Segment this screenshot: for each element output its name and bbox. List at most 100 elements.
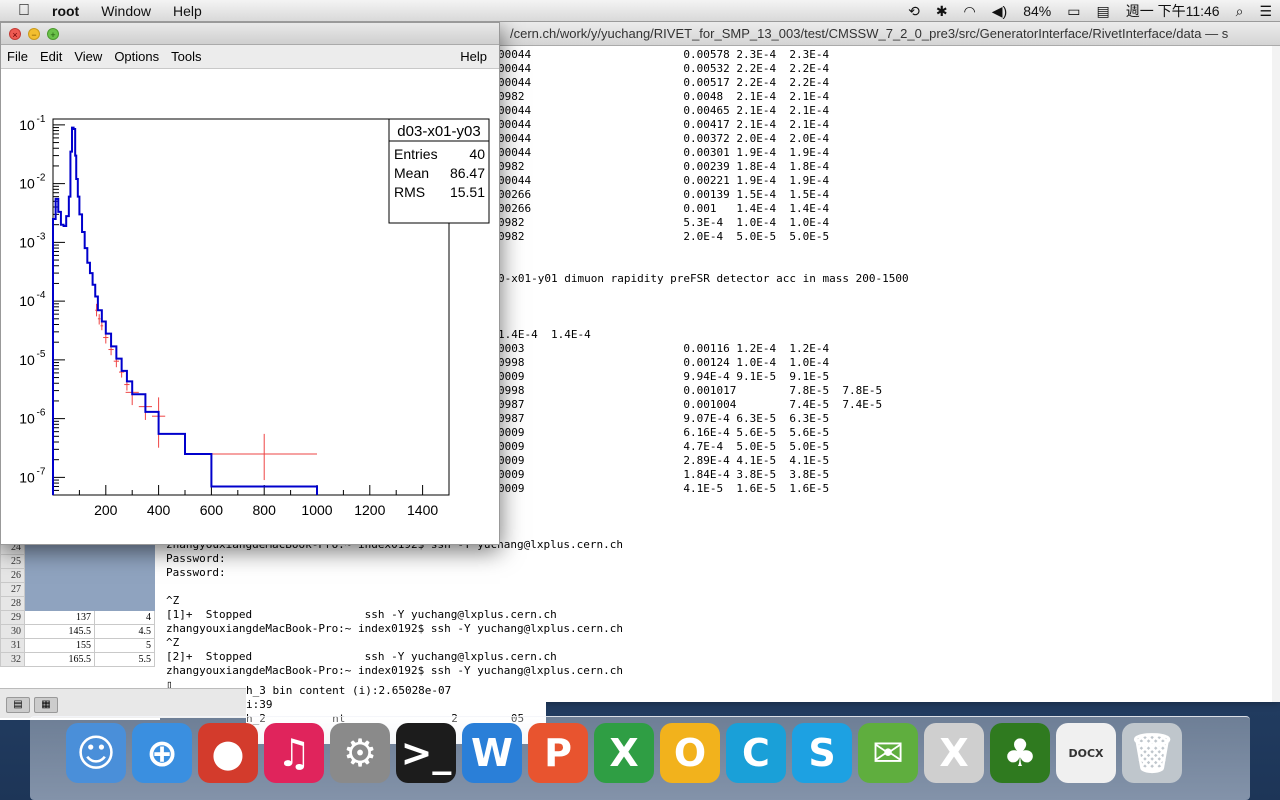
root-canvas-window[interactable]: × − + File Edit View Options Tools Help … [0, 22, 500, 545]
y-tick-label: 10 [19, 352, 35, 368]
time-machine-icon[interactable]: ⟲ [900, 3, 928, 20]
table-row: 31 155 5 [0, 638, 155, 653]
terminal-line: zhangyouxiangdeMacBook-Pro:~ index0192$ … [166, 622, 623, 635]
root-menu-file[interactable]: File [1, 49, 34, 64]
root-menu-tools[interactable]: Tools [165, 49, 207, 64]
spotlight-search-icon[interactable]: ⌕ [1228, 3, 1252, 20]
y-tick-exponent: -4 [37, 290, 46, 301]
menu-bar:  root Window Help ⟲ ✱ ◠ ◀) 84% ▭ ▤ 週一 下… [0, 0, 1280, 22]
clock[interactable]: 週一 下午11:46 [1118, 1, 1228, 21]
terminal-line: [1]+ Stopped ssh -Y yuchang@lxplus.cern.… [166, 608, 557, 621]
x-tick-label: 400 [147, 502, 171, 518]
table-cell[interactable] [24, 596, 95, 611]
excel-icon[interactable]: X [594, 723, 654, 783]
volume-icon[interactable]: ◀) [984, 3, 1015, 20]
terminal-scrollbar[interactable] [1272, 46, 1280, 702]
battery-percent[interactable]: 84% [1015, 3, 1059, 19]
stats-box-title: d03-x01-y03 [397, 123, 480, 140]
x-tick-label: 1000 [301, 502, 332, 518]
normal-view-button[interactable]: ▤ [6, 697, 30, 713]
chrome-icon[interactable]: ● [198, 723, 258, 783]
root-canvas[interactable]: 200 400 600 800 1000 1200 1400 10 -1 10 -2 10 -3 10 -4… [3, 71, 499, 543]
wifi-icon[interactable]: ◠ [956, 3, 984, 20]
x11-icon[interactable]: X [924, 723, 984, 783]
table-cell[interactable] [94, 568, 155, 583]
battery-icon[interactable]: ▭ [1059, 3, 1088, 20]
y-tick-exponent: -2 [37, 173, 46, 184]
terminal-line: [2]+ Stopped ssh -Y yuchang@lxplus.cern.… [166, 650, 557, 663]
terminal-icon[interactable]: >_ [396, 723, 456, 783]
row-number: 28 [0, 596, 25, 611]
bluetooth-icon[interactable]: ✱ [928, 3, 956, 20]
notification-center-icon[interactable]: ☰ [1251, 3, 1280, 20]
root-menu-view[interactable]: View [68, 49, 108, 64]
table-cell[interactable]: 4 [94, 610, 155, 625]
y-tick-label: 10 [19, 176, 35, 192]
x-tick-label: 800 [253, 502, 277, 518]
x-tick-label: 1400 [407, 502, 438, 518]
table-cell[interactable] [24, 582, 95, 597]
row-number: 32 [0, 652, 25, 667]
terminal-line: Password: [166, 566, 226, 579]
table-cell[interactable] [24, 568, 95, 583]
root-menu-edit[interactable]: Edit [34, 49, 68, 64]
histogram-line [52, 126, 318, 495]
table-row: 25 [0, 554, 155, 569]
root-menu-help[interactable]: Help [454, 49, 493, 64]
row-number: 31 [0, 638, 25, 653]
root-menu-options[interactable]: Options [108, 49, 165, 64]
table-row: 26 [0, 568, 155, 583]
table-cell[interactable]: 145.5 [24, 624, 95, 639]
table-cell[interactable]: 155 [24, 638, 95, 653]
trash-icon[interactable]: 🗑 [1122, 723, 1182, 783]
row-number: 26 [0, 568, 25, 583]
table-cell[interactable]: 165.5 [24, 652, 95, 667]
root-window-titlebar[interactable]: × − + [1, 23, 499, 45]
menu-app-root[interactable]: root [38, 3, 90, 19]
docx-file-icon[interactable]: DOCX [1056, 723, 1116, 783]
table-row: 27 [0, 582, 155, 597]
terminal-line: h_3 bin content (i):2.65028e-07 [246, 684, 452, 697]
itunes-icon[interactable]: ♫ [264, 723, 324, 783]
zoom-icon[interactable]: + [47, 28, 59, 40]
table-cell[interactable]: 137 [24, 610, 95, 625]
minimize-icon[interactable]: − [28, 28, 40, 40]
menu-window[interactable]: Window [90, 3, 162, 19]
table-cell[interactable] [94, 554, 155, 569]
root-icon[interactable]: ♣ [990, 723, 1050, 783]
stats-label: RMS [394, 184, 425, 200]
table-cell[interactable]: 5.5 [94, 652, 155, 667]
system-preferences-icon[interactable]: ⚙ [330, 723, 390, 783]
finder-icon[interactable]: ☺ [66, 723, 126, 783]
word-icon[interactable]: W [462, 723, 522, 783]
terminal-line: Password: [166, 552, 226, 565]
row-number: 30 [0, 624, 25, 639]
table-cell[interactable]: 4.5 [94, 624, 155, 639]
x-tick-label: 600 [200, 502, 224, 518]
skype-icon[interactable]: S [792, 723, 852, 783]
histogram-plot[interactable]: 200 400 600 800 1000 1200 140010 -110 -210 -310 -4… [3, 71, 499, 543]
lync-icon[interactable]: C [726, 723, 786, 783]
powerpoint-icon[interactable]: P [528, 723, 588, 783]
spreadsheet-status-bar: ▤ ▦ [0, 688, 246, 718]
stats-value: 15.51 [450, 184, 485, 200]
row-number: 29 [0, 610, 25, 625]
close-icon[interactable]: × [9, 28, 21, 40]
page-layout-view-button[interactable]: ▦ [34, 697, 58, 713]
table-cell[interactable]: 5 [94, 638, 155, 653]
spreadsheet-table[interactable]: 24 25 26 27 28 29 137 4 30 145.5 4.5 31 155 5 32 165.5 5… [0, 540, 155, 667]
table-cell[interactable] [24, 554, 95, 569]
dock: ☺ ⊕ ● ♫ ⚙ >_ W P X O C S ✉ X ♣ DOCX 🗑 [30, 716, 1250, 800]
y-tick-label: 10 [19, 234, 35, 250]
apple-icon[interactable]:  [18, 2, 38, 20]
menu-help[interactable]: Help [162, 3, 213, 19]
flag-icon[interactable]: ▤ [1088, 3, 1117, 20]
outlook-icon[interactable]: O [660, 723, 720, 783]
table-cell[interactable] [94, 596, 155, 611]
table-row: 32 165.5 5.5 [0, 652, 155, 667]
table-cell[interactable] [94, 582, 155, 597]
maps-icon[interactable]: ✉ [858, 723, 918, 783]
y-tick-label: 10 [19, 469, 35, 485]
safari-icon[interactable]: ⊕ [132, 723, 192, 783]
